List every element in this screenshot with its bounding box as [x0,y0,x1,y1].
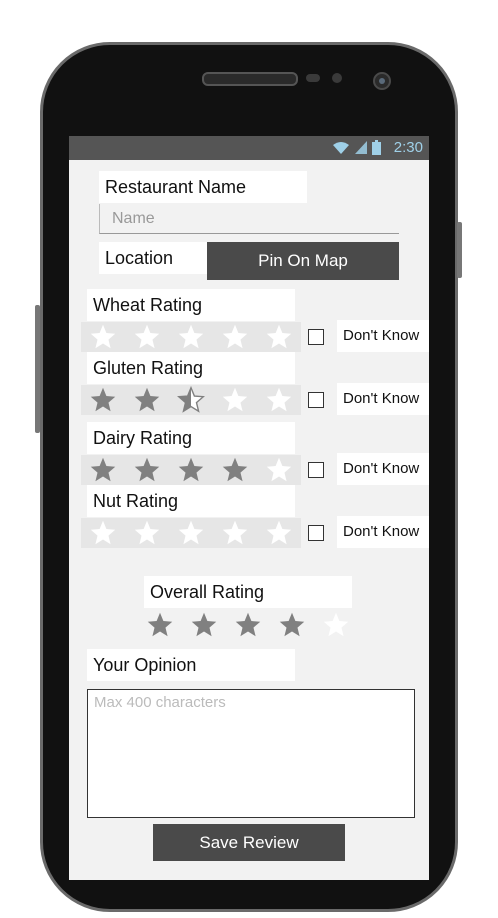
nut-rating-star-1[interactable] [81,518,125,548]
star-icon [90,457,116,482]
nut-rating-star-2[interactable] [125,518,169,548]
battery-icon [372,140,381,155]
star-icon [178,457,204,482]
star-icon [90,520,116,545]
status-icons [332,140,381,157]
star-icon [222,457,248,482]
overall-star-5[interactable] [314,610,358,640]
star-icon [177,386,205,413]
star-icon [323,612,349,637]
dairy-rating-dont-know-checkbox[interactable] [308,462,324,478]
gluten-rating-star-1[interactable] [81,385,125,415]
nut-rating-dont-know-checkbox[interactable] [308,525,324,541]
dairy-rating-star-4[interactable] [213,455,257,485]
pin-on-map-button[interactable]: Pin On Map [207,242,399,280]
save-review-button[interactable]: Save Review [153,824,345,861]
status-bar: 2:30 [69,136,429,160]
star-icon [134,520,160,545]
overall-star-4[interactable] [270,610,314,640]
wheat-rating-star-5[interactable] [257,322,301,352]
light-sensor [332,73,342,83]
star-icon [178,324,204,349]
gluten-rating-star-4[interactable] [213,385,257,415]
gluten-rating-star-5[interactable] [257,385,301,415]
overall-star-2[interactable] [182,610,226,640]
star-icon [235,612,261,637]
volume-button [35,305,40,433]
star-icon [191,612,217,637]
gluten-rating-star-2[interactable] [125,385,169,415]
restaurant-name-label: Restaurant Name [99,171,307,203]
dairy-rating-star-3[interactable] [169,455,213,485]
star-icon [266,457,292,482]
dairy-rating-dont-know-label: Don't Know [337,453,429,485]
overall-star-3[interactable] [226,610,270,640]
gluten-rating-label: Gluten Rating [87,352,295,384]
star-icon [266,520,292,545]
proximity-sensor [306,74,320,82]
wifi-icon [332,142,349,154]
dairy-rating-stars [81,455,301,485]
star-icon [134,457,160,482]
your-opinion-label: Your Opinion [87,649,295,681]
front-camera [373,72,391,90]
star-icon [147,612,173,637]
signal-icon [354,141,367,154]
star-icon [279,612,305,637]
star-icon [266,324,292,349]
nut-rating-label: Nut Rating [87,485,295,517]
star-icon [222,520,248,545]
speaker-grille [202,72,298,86]
star-icon [134,324,160,349]
app-screen: 2:30 Restaurant Name Location Pin On Map… [69,136,429,880]
wheat-rating-star-3[interactable] [169,322,213,352]
restaurant-name-input[interactable] [100,204,399,233]
star-icon [222,387,248,412]
restaurant-name-field [99,204,399,234]
location-label: Location [99,242,207,274]
opinion-textarea[interactable] [88,690,414,817]
wheat-rating-star-1[interactable] [81,322,125,352]
dairy-rating-star-1[interactable] [81,455,125,485]
overall-rating-label: Overall Rating [144,576,352,608]
star-icon [222,324,248,349]
gluten-rating-star-3[interactable] [169,385,213,415]
wheat-rating-dont-know-label: Don't Know [337,320,429,352]
nut-rating-star-5[interactable] [257,518,301,548]
dairy-rating-star-5[interactable] [257,455,301,485]
star-icon [266,387,292,412]
nut-rating-star-4[interactable] [213,518,257,548]
star-icon [178,520,204,545]
overall-star-1[interactable] [138,610,182,640]
status-time: 2:30 [393,139,423,156]
wheat-rating-stars [81,322,301,352]
dairy-rating-label: Dairy Rating [87,422,295,454]
star-icon [134,387,160,412]
gluten-rating-dont-know-label: Don't Know [337,383,429,415]
gluten-rating-dont-know-checkbox[interactable] [308,392,324,408]
nut-rating-star-3[interactable] [169,518,213,548]
power-button [457,222,462,278]
wheat-rating-star-4[interactable] [213,322,257,352]
overall-rating-stars [138,610,358,640]
nut-rating-stars [81,518,301,548]
nut-rating-dont-know-label: Don't Know [337,516,429,548]
star-icon [90,387,116,412]
dairy-rating-star-2[interactable] [125,455,169,485]
star-icon [90,324,116,349]
opinion-box [87,689,415,818]
wheat-rating-label: Wheat Rating [87,289,295,321]
wheat-rating-star-2[interactable] [125,322,169,352]
gluten-rating-stars [81,385,301,415]
wheat-rating-dont-know-checkbox[interactable] [308,329,324,345]
